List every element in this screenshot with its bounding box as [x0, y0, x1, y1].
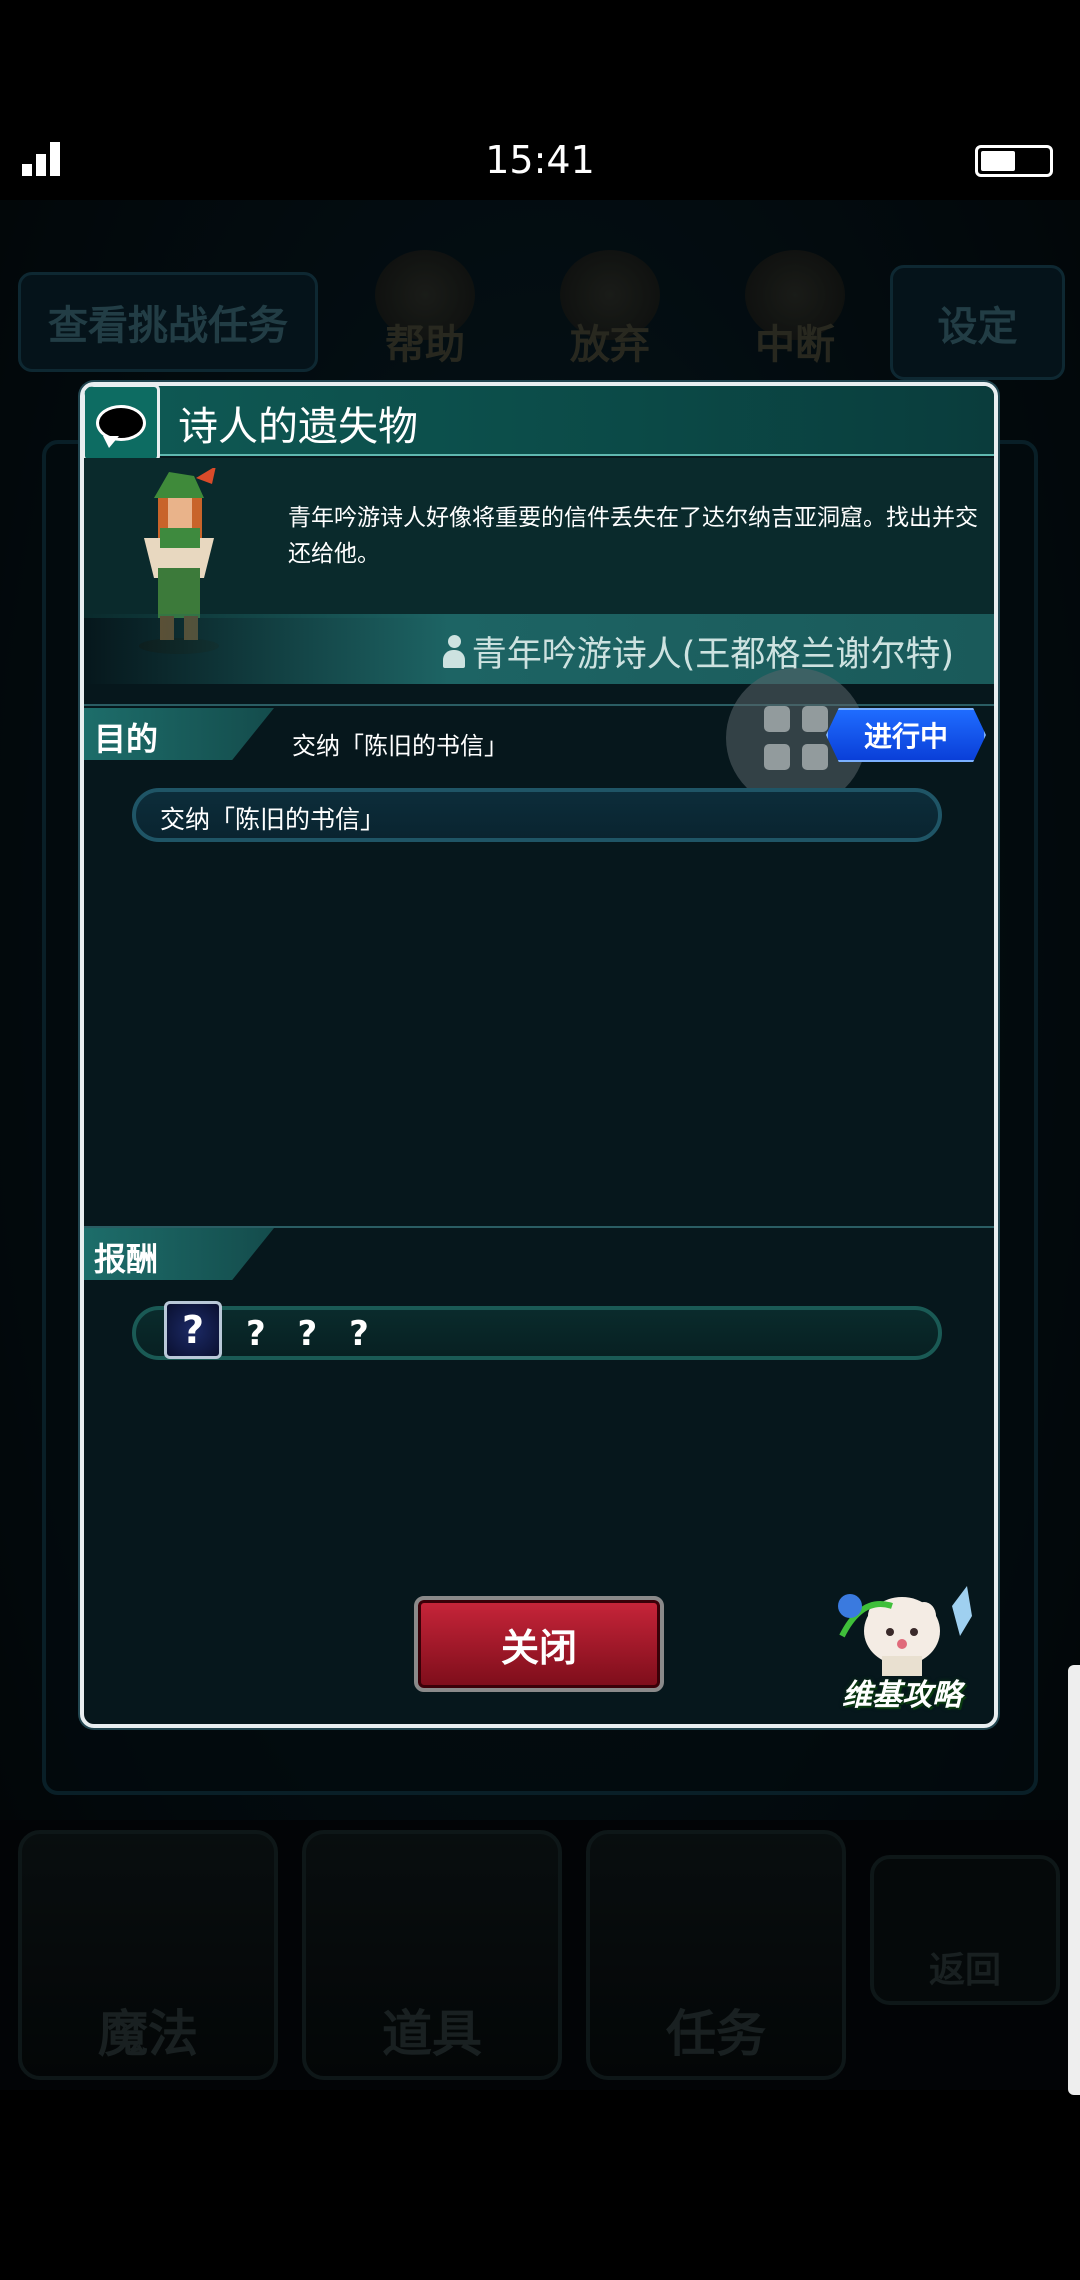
npc-name-label: 青年吟游诗人(王都格兰谢尔特)	[471, 635, 954, 675]
dialog-title: 诗人的遗失物	[178, 404, 418, 450]
close-button[interactable]: 关闭	[414, 1596, 664, 1692]
speech-bubble-icon	[84, 386, 160, 462]
person-icon	[442, 634, 466, 669]
status-time: 15:41	[485, 138, 595, 182]
status-badge: 进行中	[826, 708, 986, 762]
wiki-guide-label: 维基攻略	[842, 1678, 962, 1713]
reward-item: ? ? ? ?	[132, 1301, 942, 1360]
goal-item-label: 交纳「陈旧的书信」	[160, 805, 386, 834]
npc-name: 青年吟游诗人(王都格兰谢尔特)	[442, 626, 954, 677]
quest-dialog: 诗人的遗失物 青年吟游诗人好像将重要的信件丢失在了达尔纳吉亚洞窟。找出并交还给他…	[80, 382, 998, 1728]
side-edge-handle[interactable]	[1068, 1665, 1080, 2095]
reward-divider	[84, 1226, 994, 1228]
status-bar: 15:41	[0, 0, 1080, 200]
goal-section-tab: 目的	[84, 708, 274, 760]
unknown-reward-icon: ?	[164, 1301, 222, 1359]
wiki-guide-button[interactable]: 维基攻略	[822, 1576, 982, 1716]
reward-section-tab: 报酬	[84, 1228, 274, 1280]
reward-value: ? ? ?	[246, 1314, 379, 1354]
goal-summary: 交纳「陈旧的书信」	[292, 732, 508, 760]
battery-icon	[975, 145, 1053, 177]
quest-description: 青年吟游诗人好像将重要的信件丢失在了达尔纳吉亚洞窟。找出并交还给他。	[288, 505, 978, 567]
goal-item: 交纳「陈旧的书信」	[132, 788, 942, 842]
